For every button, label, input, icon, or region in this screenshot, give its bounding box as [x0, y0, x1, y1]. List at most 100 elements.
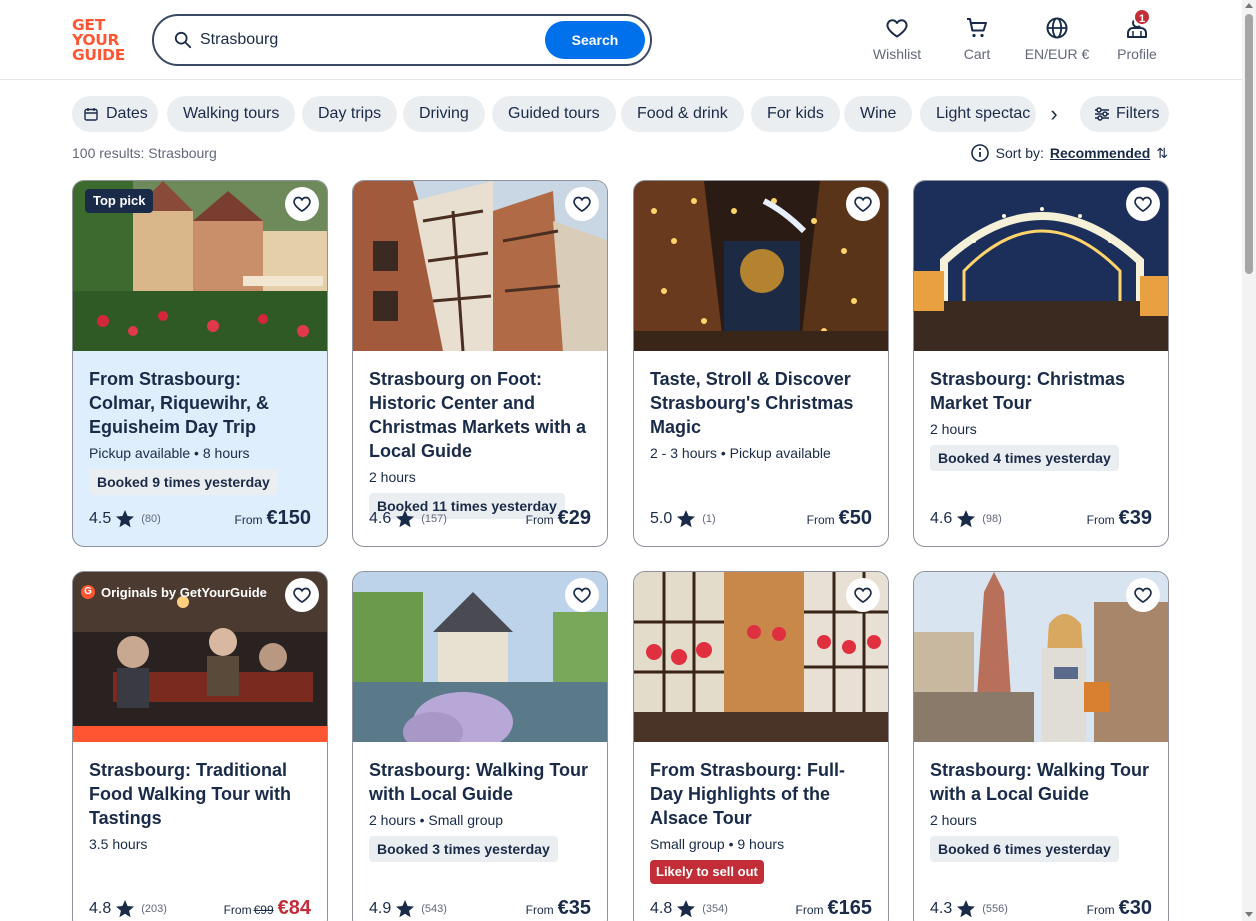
activity-meta: 2 hours • Small group	[369, 812, 504, 828]
price: From €29	[525, 507, 591, 529]
star-icon	[116, 900, 135, 918]
activity-card[interactable]: Strasbourg: Walking Tour with Local Guid…	[352, 571, 608, 921]
star-icon	[677, 510, 696, 528]
cart-label: Cart	[963, 46, 991, 62]
rating-value: 5.0	[650, 510, 673, 527]
wishlist-button[interactable]	[846, 187, 880, 221]
rating: 4.6 (98)	[930, 509, 1002, 529]
price: From €150	[234, 507, 312, 529]
review-count: (543)	[421, 903, 447, 915]
price: From €35	[525, 897, 591, 919]
search-button[interactable]: Search	[545, 21, 645, 59]
chip-walking-tours[interactable]: Walking tours	[167, 96, 296, 132]
chip-dates[interactable]: Dates	[72, 96, 158, 132]
wishlist-link[interactable]: Wishlist	[872, 16, 922, 66]
star-icon	[957, 900, 976, 918]
rating: 4.8 (203)	[89, 899, 167, 919]
site-header: GET YOUR GUIDE Search Wishlist Cart EN/E	[0, 0, 1242, 80]
activity-meta: 2 hours	[930, 421, 977, 437]
rating-value: 4.3	[930, 900, 953, 917]
globe-icon	[1046, 17, 1068, 39]
language-currency-link[interactable]: EN/EUR €	[1022, 16, 1092, 66]
activity-title[interactable]: Strasbourg: Traditional Food Walking Tou…	[89, 758, 311, 830]
activity-card[interactable]: Taste, Stroll & Discover Strasbourg's Ch…	[633, 180, 889, 547]
heart-icon	[1134, 587, 1152, 604]
review-count: (98)	[982, 513, 1002, 525]
rating: 5.0 (1)	[650, 509, 716, 529]
wishlist-button[interactable]	[565, 187, 599, 221]
wishlist-button[interactable]	[565, 578, 599, 612]
heart-icon	[1134, 196, 1152, 213]
results-count: 100 results: Strasbourg	[72, 145, 217, 161]
chip-wine[interactable]: Wine	[844, 96, 913, 132]
activity-title[interactable]: Strasbourg on Foot: Historic Center and …	[369, 367, 591, 463]
heart-icon	[886, 19, 908, 38]
top-pick-badge: Top pick	[85, 189, 154, 213]
chip-for-kids[interactable]: For kids	[751, 96, 840, 132]
chip-light-spectacles[interactable]: Light spectac	[920, 96, 1036, 132]
booked-badge: Booked 6 times yesterday	[930, 836, 1119, 862]
review-count: (556)	[982, 903, 1008, 915]
activity-meta: 3.5 hours	[89, 836, 148, 852]
chip-day-trips[interactable]: Day trips	[302, 96, 398, 132]
wishlist-label: Wishlist	[872, 46, 922, 62]
originals-accent-bar	[73, 726, 327, 742]
activity-title[interactable]: Strasbourg: Walking Tour with Local Guid…	[369, 758, 591, 806]
heart-icon	[573, 587, 591, 604]
scroll-up-arrow-icon[interactable]	[1245, 3, 1253, 8]
rating: 4.5 (80)	[89, 509, 161, 529]
notification-badge: 1	[1133, 8, 1151, 26]
activity-card[interactable]: Strasbourg: Walking Tour with a Local Gu…	[913, 571, 1169, 921]
getyourguide-logo[interactable]: GET YOUR GUIDE	[72, 17, 130, 64]
activity-card[interactable]: From Strasbourg: Full-Day Highlights of …	[633, 571, 889, 921]
activity-title[interactable]: Strasbourg: Christmas Market Tour	[930, 367, 1152, 415]
getyourguide-g-icon: G	[81, 585, 95, 599]
sort-control[interactable]: Sort by: Recommended ⇅	[970, 143, 1168, 163]
activity-card[interactable]: Strasbourg: Christmas Market Tour 2 hour…	[913, 180, 1169, 547]
chip-guided-tours[interactable]: Guided tours	[492, 96, 616, 132]
price: From €165	[795, 897, 873, 919]
booked-badge: Booked 4 times yesterday	[930, 445, 1119, 471]
filters-label: Filters	[1116, 105, 1160, 122]
wishlist-button[interactable]	[285, 187, 319, 221]
heart-icon	[854, 587, 872, 604]
page-scrollbar[interactable]	[1242, 0, 1256, 921]
heart-icon	[854, 196, 872, 213]
sort-arrows-icon: ⇅	[1156, 144, 1168, 161]
rating-value: 4.6	[369, 510, 392, 527]
cart-icon	[967, 18, 987, 38]
activity-meta: 2 hours	[369, 469, 416, 485]
heart-icon	[293, 196, 311, 213]
activity-card[interactable]: G Originals by GetYourGuide Strasbourg: …	[72, 571, 328, 921]
activity-title[interactable]: From Strasbourg: Full-Day Highlights of …	[650, 758, 872, 830]
chip-food-drink[interactable]: Food & drink	[621, 96, 744, 132]
star-icon	[396, 900, 415, 918]
activity-title[interactable]: From Strasbourg: Colmar, Riquewihr, & Eg…	[89, 367, 311, 439]
filters-button[interactable]: Filters	[1080, 96, 1169, 132]
scrollbar-thumb[interactable]	[1245, 14, 1253, 274]
info-icon[interactable]	[970, 143, 990, 163]
heart-icon	[293, 587, 311, 604]
wishlist-button[interactable]	[285, 578, 319, 612]
rating: 4.8 (354)	[650, 899, 728, 919]
language-label: EN/EUR €	[1024, 46, 1090, 62]
profile-link[interactable]: 1 Profile	[1115, 8, 1159, 66]
chip-driving[interactable]: Driving	[403, 96, 485, 132]
activity-card[interactable]: Top pick From Strasbourg: Colmar, Riquew…	[72, 180, 328, 547]
wishlist-button[interactable]	[1126, 578, 1160, 612]
wishlist-button[interactable]	[846, 578, 880, 612]
wishlist-button[interactable]	[1126, 187, 1160, 221]
scroll-down-arrow-icon[interactable]	[1245, 912, 1253, 917]
activity-title[interactable]: Strasbourg: Walking Tour with a Local Gu…	[930, 758, 1152, 806]
star-icon	[396, 510, 415, 528]
activity-title[interactable]: Taste, Stroll & Discover Strasbourg's Ch…	[650, 367, 872, 439]
activity-card[interactable]: Strasbourg on Foot: Historic Center and …	[352, 180, 608, 547]
profile-label: Profile	[1117, 46, 1157, 62]
calendar-icon	[84, 108, 98, 121]
chevron-right-icon[interactable]: ›	[1036, 96, 1072, 132]
cart-link[interactable]: Cart	[957, 16, 997, 66]
sort-value[interactable]: Recommended	[1050, 145, 1150, 161]
search-input[interactable]	[200, 26, 540, 54]
star-icon	[957, 510, 976, 528]
activity-meta: 2 - 3 hours • Pickup available	[650, 445, 831, 461]
